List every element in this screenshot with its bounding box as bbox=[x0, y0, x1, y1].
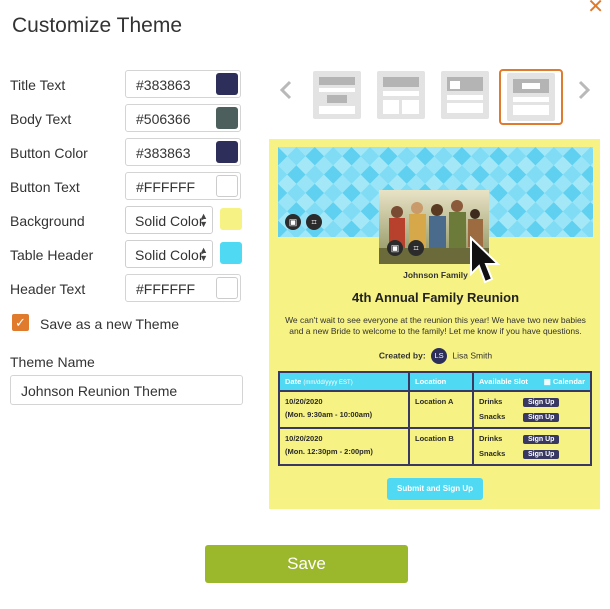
sign-up-button[interactable]: Sign Up bbox=[523, 413, 560, 422]
select-arrows-icon: ▲ ▼ bbox=[199, 211, 208, 229]
header-text-color-value: #FFFFFF bbox=[136, 281, 196, 297]
chevron-right-icon[interactable] bbox=[577, 80, 591, 100]
host-name: Johnson Family bbox=[403, 270, 468, 280]
save-button[interactable]: Save bbox=[205, 545, 408, 583]
button-color-value: #383863 bbox=[136, 145, 191, 161]
layout-thumbnail-3[interactable] bbox=[441, 71, 489, 119]
calendar-link[interactable]: ▦ Calendar bbox=[544, 377, 585, 386]
save-as-new-theme-label: Save as a new Theme bbox=[40, 316, 180, 332]
body-text-color-swatch[interactable] bbox=[216, 107, 238, 129]
title-text-color-value: #383863 bbox=[136, 77, 191, 93]
sign-up-button[interactable]: Sign Up bbox=[523, 398, 560, 407]
slot-column-header: Available Slot ▦ Calendar bbox=[472, 371, 592, 392]
button-text-color-field[interactable]: #FFFFFF bbox=[125, 172, 241, 200]
header-text-label: Header Text bbox=[10, 281, 86, 297]
theme-name-input[interactable]: Johnson Reunion Theme bbox=[10, 375, 243, 405]
body-text-color-field[interactable]: #506366 bbox=[125, 104, 241, 132]
layout-thumbnail-1[interactable] bbox=[313, 71, 361, 119]
date-cell: 10/20/2020 (Mon. 12:30pm - 2:00pm) bbox=[278, 427, 410, 466]
theme-name-value: Johnson Reunion Theme bbox=[21, 383, 178, 399]
photo-image-icon[interactable]: ▣ bbox=[387, 240, 403, 256]
background-label: Background bbox=[10, 213, 85, 229]
button-color-label: Button Color bbox=[10, 145, 88, 161]
mouse-cursor-icon bbox=[470, 236, 501, 284]
body-text-color-value: #506366 bbox=[136, 111, 191, 127]
table-header-type-value: Solid Color bbox=[135, 247, 204, 263]
background-field[interactable]: Solid Color ▲ ▼ bbox=[125, 206, 242, 234]
photo-crop-icon[interactable]: ⌗ bbox=[408, 240, 424, 256]
chevron-left-icon[interactable] bbox=[279, 80, 293, 100]
table-header-row: Date (mm/dd/yyyy EST) Location Available… bbox=[278, 371, 592, 392]
date-column-header: Date (mm/dd/yyyy EST) bbox=[278, 371, 410, 392]
header-text-color-swatch[interactable] bbox=[216, 277, 238, 299]
button-text-color-value: #FFFFFF bbox=[136, 179, 196, 195]
creator-name: Lisa Smith bbox=[452, 350, 493, 361]
background-color-swatch[interactable] bbox=[220, 208, 242, 230]
layout-thumbnail-2[interactable] bbox=[377, 71, 425, 119]
table-header-type-select[interactable]: Solid Color ▲ ▼ bbox=[125, 240, 213, 268]
dialog-title: Customize Theme bbox=[12, 14, 183, 37]
select-arrows-icon: ▲ ▼ bbox=[199, 245, 208, 263]
creator-avatar: LS bbox=[431, 348, 448, 364]
image-icon[interactable]: ▣ bbox=[285, 214, 301, 230]
layout-thumbnail-4-selected[interactable] bbox=[499, 69, 563, 125]
slot-cell: Drinks Sign Up Snacks Sign Up bbox=[472, 427, 592, 466]
signup-table: Date (mm/dd/yyyy EST) Location Available… bbox=[278, 371, 592, 466]
table-row: 10/20/2020 (Mon. 12:30pm - 2:00pm) Locat… bbox=[278, 427, 592, 466]
submit-and-sign-up-button[interactable]: Submit and Sign Up bbox=[387, 478, 483, 500]
table-header-label: Table Header bbox=[10, 247, 94, 263]
table-header-field[interactable]: Solid Color ▲ ▼ bbox=[125, 240, 242, 268]
event-title: 4th Annual Family Reunion bbox=[351, 290, 520, 305]
location-cell: Location B bbox=[408, 427, 474, 466]
event-description: We can't wait to see everyone at the reu… bbox=[285, 315, 586, 336]
date-cell: 10/20/2020 (Mon. 9:30am - 10:00am) bbox=[278, 390, 410, 429]
title-text-label: Title Text bbox=[10, 77, 66, 93]
title-text-color-swatch[interactable] bbox=[216, 73, 238, 95]
crop-icon[interactable]: ⌗ bbox=[306, 214, 322, 230]
location-cell: Location A bbox=[408, 390, 474, 429]
calendar-icon: ▦ bbox=[543, 377, 551, 386]
location-column-header: Location bbox=[408, 371, 474, 392]
created-by: Created by: LS Lisa Smith bbox=[278, 348, 593, 364]
header-text-color-field[interactable]: #FFFFFF bbox=[125, 274, 241, 302]
save-as-new-theme-checkbox[interactable]: ✓ bbox=[12, 314, 29, 331]
button-text-label: Button Text bbox=[10, 179, 80, 195]
body-text-label: Body Text bbox=[10, 111, 72, 127]
button-text-color-swatch[interactable] bbox=[216, 175, 238, 197]
button-color-swatch[interactable] bbox=[216, 141, 238, 163]
sign-up-button[interactable]: Sign Up bbox=[523, 450, 560, 459]
layout-thumbnail-4 bbox=[507, 73, 555, 121]
close-icon[interactable]: ✕ bbox=[587, 0, 604, 19]
background-type-select[interactable]: Solid Color ▲ ▼ bbox=[125, 206, 213, 234]
table-row: 10/20/2020 (Mon. 9:30am - 10:00am) Locat… bbox=[278, 390, 592, 429]
created-by-label: Created by: bbox=[378, 350, 426, 361]
table-header-color-swatch[interactable] bbox=[220, 242, 242, 264]
slot-cell: Drinks Sign Up Snacks Sign Up bbox=[472, 390, 592, 429]
background-type-value: Solid Color bbox=[135, 213, 204, 229]
sign-up-button[interactable]: Sign Up bbox=[523, 435, 560, 444]
theme-name-label: Theme Name bbox=[10, 354, 95, 370]
title-text-color-field[interactable]: #383863 bbox=[125, 70, 241, 98]
button-color-field[interactable]: #383863 bbox=[125, 138, 241, 166]
